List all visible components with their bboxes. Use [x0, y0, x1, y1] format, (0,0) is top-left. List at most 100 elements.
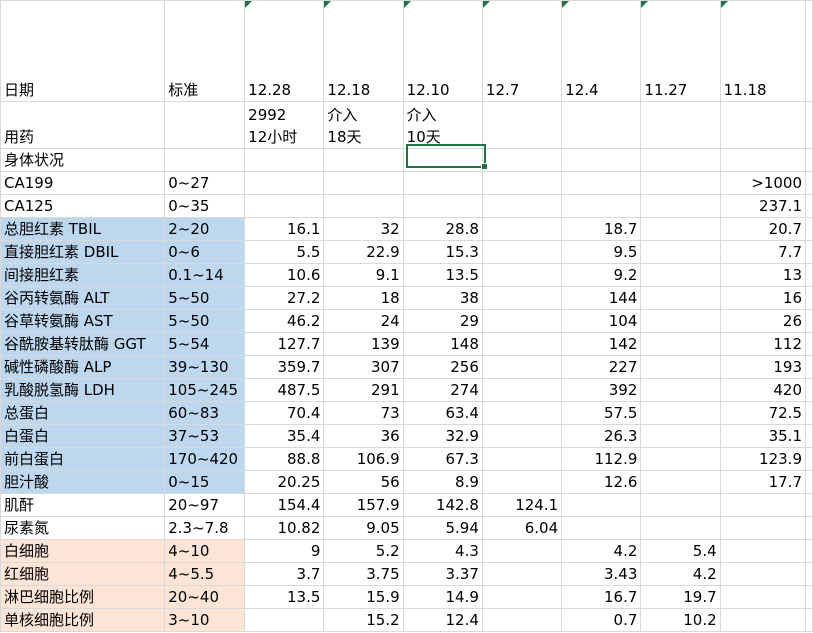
item-name-cell[interactable]: 胆汁酸 — [0, 470, 166, 494]
empty-cell[interactable] — [805, 516, 813, 540]
item-name-cell[interactable]: 尿素氮 — [0, 516, 166, 540]
value-cell[interactable] — [719, 539, 807, 563]
value-cell[interactable]: 8.9 — [402, 470, 483, 494]
standard-cell[interactable]: 4~5.5 — [164, 562, 246, 586]
value-cell[interactable]: 0.7 — [561, 608, 642, 632]
date-label-cell[interactable]: 日期 — [0, 0, 166, 102]
value-cell[interactable]: 14.9 — [402, 585, 483, 609]
empty-cell[interactable] — [805, 0, 813, 102]
value-cell[interactable]: 274 — [402, 378, 483, 402]
drug-cell[interactable] — [719, 101, 807, 149]
value-cell[interactable]: 157.9 — [323, 493, 404, 517]
value-cell[interactable]: 32.9 — [402, 424, 483, 448]
standard-cell[interactable]: 60~83 — [164, 401, 246, 425]
value-cell[interactable] — [719, 608, 807, 632]
value-cell[interactable] — [481, 355, 563, 379]
standard-label-cell[interactable]: 标准 — [164, 0, 246, 102]
value-cell[interactable] — [481, 562, 563, 586]
empty-cell[interactable] — [805, 355, 813, 379]
value-cell[interactable]: 154.4 — [244, 493, 325, 517]
value-cell[interactable]: 38 — [402, 286, 483, 310]
item-name-cell[interactable]: 碱性磷酸酶 ALP — [0, 355, 166, 379]
value-cell[interactable]: 7.7 — [719, 240, 807, 264]
date-cell[interactable]: 12.10 — [402, 0, 483, 102]
empty-cell[interactable] — [805, 148, 813, 172]
value-cell[interactable]: 18.7 — [561, 217, 642, 241]
empty-cell[interactable] — [805, 539, 813, 563]
empty-cell[interactable] — [805, 309, 813, 333]
value-cell[interactable]: 104 — [561, 309, 642, 333]
value-cell[interactable] — [640, 447, 721, 471]
value-cell[interactable]: 392 — [561, 378, 642, 402]
value-cell[interactable]: >1000 — [719, 171, 807, 195]
value-cell[interactable] — [244, 171, 325, 195]
value-cell[interactable] — [640, 309, 721, 333]
value-cell[interactable] — [640, 240, 721, 264]
status-label-cell[interactable]: 身体状况 — [0, 148, 166, 172]
value-cell[interactable] — [640, 194, 721, 218]
empty-cell[interactable] — [805, 493, 813, 517]
standard-cell[interactable]: 3~10 — [164, 608, 246, 632]
drug-cell[interactable] — [561, 101, 642, 149]
value-cell[interactable] — [481, 424, 563, 448]
value-cell[interactable]: 72.5 — [719, 401, 807, 425]
item-name-cell[interactable]: 总蛋白 — [0, 401, 166, 425]
value-cell[interactable]: 3.75 — [323, 562, 404, 586]
drug-cell[interactable] — [640, 101, 721, 149]
item-name-cell[interactable]: 谷丙转氨酶 ALT — [0, 286, 166, 310]
value-cell[interactable] — [481, 171, 563, 195]
status-cell[interactable] — [244, 148, 325, 172]
value-cell[interactable] — [640, 217, 721, 241]
value-cell[interactable]: 32 — [323, 217, 404, 241]
value-cell[interactable] — [481, 263, 563, 287]
date-cell[interactable]: 12.18 — [323, 0, 404, 102]
value-cell[interactable] — [481, 240, 563, 264]
empty-cell[interactable] — [805, 286, 813, 310]
status-cell[interactable] — [402, 148, 483, 172]
empty-cell[interactable] — [805, 194, 813, 218]
value-cell[interactable]: 10.2 — [640, 608, 721, 632]
standard-cell[interactable]: 39~130 — [164, 355, 246, 379]
value-cell[interactable]: 5.94 — [402, 516, 483, 540]
value-cell[interactable]: 29 — [402, 309, 483, 333]
value-cell[interactable] — [481, 194, 563, 218]
value-cell[interactable] — [561, 194, 642, 218]
item-name-cell[interactable]: 白蛋白 — [0, 424, 166, 448]
value-cell[interactable]: 3.37 — [402, 562, 483, 586]
standard-cell[interactable]: 5~50 — [164, 309, 246, 333]
date-cell[interactable]: 12.4 — [561, 0, 642, 102]
value-cell[interactable] — [561, 516, 642, 540]
value-cell[interactable] — [244, 194, 325, 218]
standard-cell[interactable]: 5~54 — [164, 332, 246, 356]
value-cell[interactable]: 9.1 — [323, 263, 404, 287]
value-cell[interactable] — [323, 194, 404, 218]
value-cell[interactable]: 12.4 — [402, 608, 483, 632]
value-cell[interactable] — [481, 608, 563, 632]
value-cell[interactable]: 15.2 — [323, 608, 404, 632]
value-cell[interactable]: 3.7 — [244, 562, 325, 586]
drug-label-cell[interactable]: 用药 — [0, 101, 166, 149]
value-cell[interactable]: 35.1 — [719, 424, 807, 448]
value-cell[interactable]: 9 — [244, 539, 325, 563]
value-cell[interactable] — [244, 608, 325, 632]
value-cell[interactable] — [640, 401, 721, 425]
empty-cell[interactable] — [805, 608, 813, 632]
value-cell[interactable]: 139 — [323, 332, 404, 356]
value-cell[interactable]: 5.4 — [640, 539, 721, 563]
empty-cell[interactable] — [805, 240, 813, 264]
value-cell[interactable]: 9.2 — [561, 263, 642, 287]
value-cell[interactable]: 36 — [323, 424, 404, 448]
value-cell[interactable]: 4.2 — [561, 539, 642, 563]
item-name-cell[interactable]: 谷草转氨酶 AST — [0, 309, 166, 333]
value-cell[interactable]: 22.9 — [323, 240, 404, 264]
value-cell[interactable] — [402, 171, 483, 195]
item-name-cell[interactable]: 红细胞 — [0, 562, 166, 586]
value-cell[interactable] — [481, 332, 563, 356]
standard-cell[interactable]: 0~27 — [164, 171, 246, 195]
value-cell[interactable]: 112 — [719, 332, 807, 356]
value-cell[interactable]: 359.7 — [244, 355, 325, 379]
value-cell[interactable]: 18 — [323, 286, 404, 310]
value-cell[interactable]: 112.9 — [561, 447, 642, 471]
value-cell[interactable]: 148 — [402, 332, 483, 356]
standard-cell[interactable]: 0.1~14 — [164, 263, 246, 287]
